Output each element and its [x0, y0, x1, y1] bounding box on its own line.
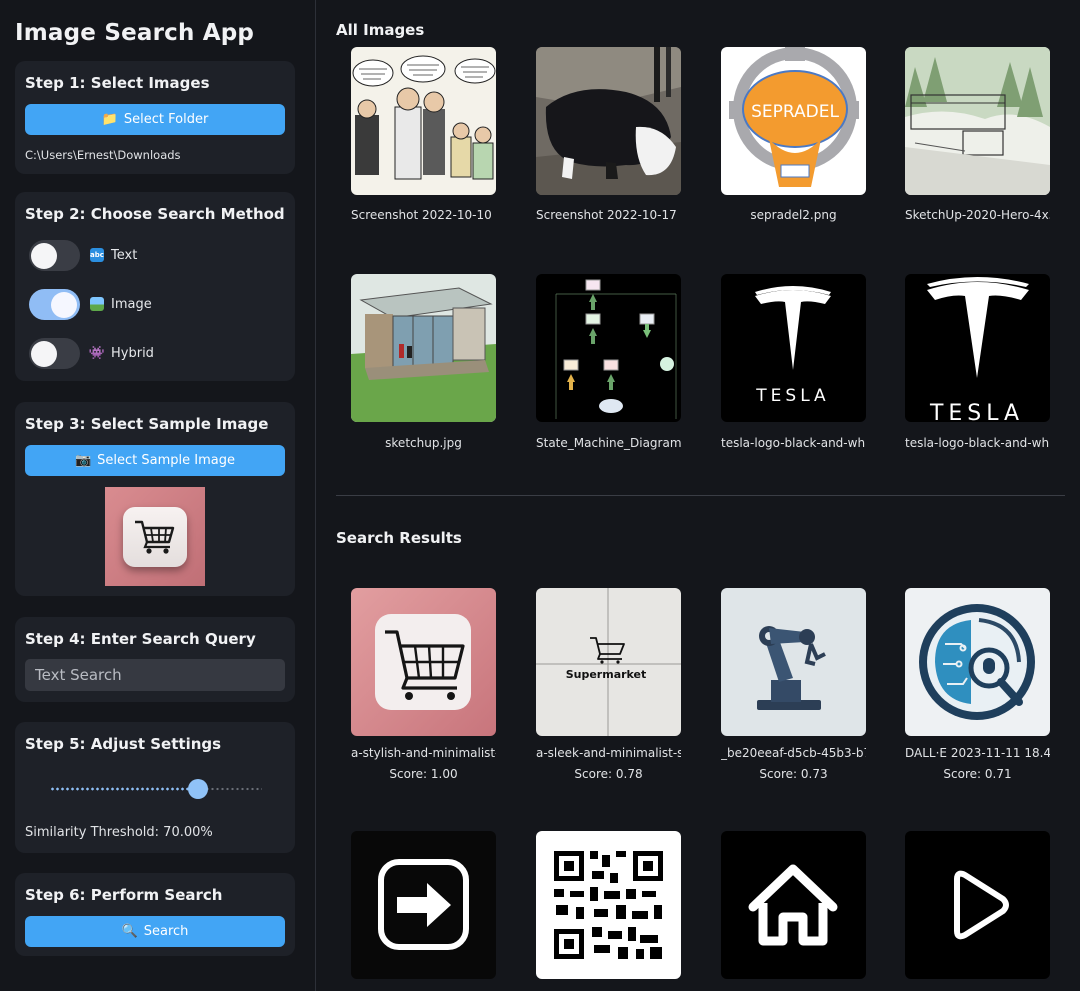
result-score: Score: 0.71: [943, 767, 1012, 781]
result-score: Score: 0.78: [574, 767, 643, 781]
hybrid-method-toggle[interactable]: [29, 337, 80, 369]
text-method-label: abc Text: [90, 248, 137, 263]
sidebar: Image Search App Step 1: Select Images 📁…: [0, 0, 316, 991]
all-images-title: All Images: [336, 21, 425, 39]
image-caption: sketchup.jpg: [385, 436, 462, 450]
image-thumbnail-sketchup-hero[interactable]: [905, 47, 1050, 195]
result-caption: DALL·E 2023-11-11 18.44.(: [905, 746, 1050, 760]
text-method-toggle[interactable]: [29, 239, 80, 271]
step1-card: Step 1: Select Images 📁 Select Folder C:…: [15, 61, 295, 174]
image-method-toggle[interactable]: [29, 288, 80, 320]
result-thumbnail-home[interactable]: [721, 831, 866, 979]
camera-icon: 📷: [74, 453, 92, 468]
image-thumbnail-state-diagram[interactable]: [536, 274, 681, 422]
result-thumbnail-ai-brain[interactable]: [905, 588, 1050, 736]
tesla-wordmark: TESLA: [929, 401, 1024, 422]
step5-title: Step 5: Adjust Settings: [25, 735, 222, 753]
result-thumbnail-robot-arm[interactable]: [721, 588, 866, 736]
image-caption: SketchUp-2020-Hero-4x3-: [905, 208, 1050, 222]
step4-title: Step 4: Enter Search Query: [25, 630, 256, 648]
image-method-label: Image: [90, 297, 152, 312]
section-divider: [336, 495, 1065, 496]
image-caption: Screenshot 2022-10-10 21: [351, 208, 496, 222]
slider-fill: [50, 787, 199, 791]
text-method-row: abc Text: [29, 239, 137, 271]
image-thumbnail-comic[interactable]: [351, 47, 496, 195]
select-sample-image-label: Select Sample Image: [97, 453, 235, 468]
select-folder-button[interactable]: 📁 Select Folder: [25, 104, 285, 135]
slider-thumb[interactable]: [188, 779, 209, 799]
image-method-row: Image: [29, 288, 152, 320]
sample-image-preview: [105, 487, 205, 586]
result-score: Score: 0.73: [759, 767, 828, 781]
folder-path: C:\Users\Ernest\Downloads: [25, 148, 181, 162]
step3-title: Step 3: Select Sample Image: [25, 415, 269, 433]
result-thumbnail-arrow-right[interactable]: [351, 831, 496, 979]
picture-icon: [90, 297, 104, 311]
folder-icon: 📁: [101, 112, 118, 127]
image-thumbnail-tesla-1[interactable]: TESLA: [721, 274, 866, 422]
step2-card: Step 2: Choose Search Method abc Text Im…: [15, 192, 295, 381]
image-caption: tesla-logo-black-and-whit: [721, 436, 866, 450]
text-method-text: Text: [111, 247, 138, 263]
result-thumbnail-play[interactable]: [905, 831, 1050, 979]
hybrid-method-label: 👾 Hybrid: [88, 345, 154, 361]
select-folder-label: Select Folder: [123, 112, 209, 127]
step3-card: Step 3: Select Sample Image 📷 Select Sam…: [15, 402, 295, 596]
sepradel-logo-text: SEPRADEL: [751, 102, 839, 122]
hybrid-method-text: Hybrid: [111, 345, 154, 361]
image-thumbnail-sketchup[interactable]: [351, 274, 496, 422]
image-thumbnail-dog[interactable]: [536, 47, 681, 195]
step6-title: Step 6: Perform Search: [25, 886, 223, 904]
result-caption: a-stylish-and-minimalist-ic: [351, 746, 496, 760]
search-results-title: Search Results: [336, 529, 462, 547]
supermarket-logo-text: Supermarket: [566, 668, 647, 681]
result-score: Score: 1.00: [389, 767, 458, 781]
step2-title: Step 2: Choose Search Method: [25, 205, 285, 223]
search-button[interactable]: 🔍 Search: [25, 916, 285, 947]
image-method-text: Image: [111, 296, 152, 312]
image-thumbnail-sepradel[interactable]: SEPRADEL: [721, 47, 866, 195]
alien-monster-icon: 👾: [88, 345, 106, 361]
magnifier-icon: 🔍: [121, 924, 138, 939]
step1-title: Step 1: Select Images: [25, 74, 210, 92]
step6-card: Step 6: Perform Search 🔍 Search: [15, 873, 295, 956]
result-thumbnail-supermarket[interactable]: Supermarket: [536, 588, 681, 736]
toggle-knob: [51, 291, 77, 318]
similarity-threshold-slider[interactable]: [50, 779, 262, 799]
result-thumbnail-cart[interactable]: [351, 588, 496, 736]
tesla-wordmark: TESLA: [755, 386, 829, 406]
result-caption: _be20eeaf-d5cb-45b3-b7e: [721, 746, 866, 760]
hybrid-method-row: 👾 Hybrid: [29, 337, 154, 369]
image-caption: sepradel2.png: [750, 208, 837, 222]
image-caption: tesla-logo-black-and-whit: [905, 436, 1050, 450]
result-thumbnail-qr-code[interactable]: [536, 831, 681, 979]
toggle-knob: [31, 242, 57, 269]
image-caption: State_Machine_Diagram.pı: [536, 436, 681, 450]
app-title: Image Search App: [15, 20, 255, 46]
image-caption: Screenshot 2022-10-17 20: [536, 208, 681, 222]
step5-card: Step 5: Adjust Settings Similarity Thres…: [15, 722, 295, 853]
select-sample-image-button[interactable]: 📷 Select Sample Image: [25, 445, 285, 476]
search-query-input[interactable]: [25, 659, 285, 691]
toggle-knob: [31, 340, 57, 367]
search-button-label: Search: [143, 924, 189, 939]
shopping-cart-icon: [123, 506, 187, 567]
similarity-threshold-label: Similarity Threshold: 70.00%: [25, 825, 213, 840]
abc-icon: abc: [90, 248, 104, 262]
step4-card: Step 4: Enter Search Query: [15, 617, 295, 702]
image-thumbnail-tesla-2[interactable]: TESLA: [905, 274, 1050, 422]
result-caption: a-sleek-and-minimalist-sp: [536, 746, 681, 760]
